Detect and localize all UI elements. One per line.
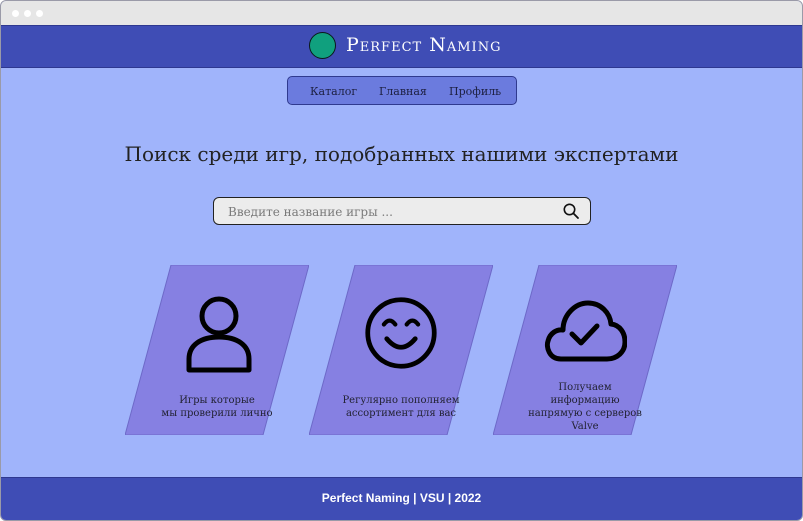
- card-text-line: Регулярно пополняем: [342, 395, 460, 406]
- nav-item-profile[interactable]: Профиль: [449, 85, 501, 98]
- card-text-line: Получаем: [558, 382, 612, 393]
- logo-icon[interactable]: [309, 32, 336, 59]
- nav-item-catalog[interactable]: Каталог: [310, 85, 357, 98]
- browser-window: Perfect Naming Каталог Главная Профиль П…: [0, 0, 803, 521]
- card-text-line: ассортимент для вас: [345, 408, 457, 419]
- search-input[interactable]: [226, 202, 550, 222]
- feature-card-assortment: Регулярно пополняем ассортимент для вас: [309, 265, 493, 435]
- card-text-line: напрямую с серверов: [528, 408, 642, 419]
- card-text: Регулярно пополняем ассортимент для вас: [319, 394, 483, 420]
- card-text-line: мы проверили лично: [161, 408, 273, 419]
- page-headline: Поиск среди игр, подобранных нашими эксп…: [124, 142, 679, 166]
- main-nav: Каталог Главная Профиль: [287, 76, 517, 105]
- card-text-line: Valve: [571, 421, 599, 432]
- feature-card-verified: Игры которые мы проверили лично: [125, 265, 309, 435]
- card-text: Игры которые мы проверили лично: [135, 394, 299, 420]
- site-header: Perfect Naming: [1, 25, 802, 68]
- site-footer: Perfect Naming | VSU | 2022: [1, 477, 802, 520]
- cloud-check-icon: [544, 300, 627, 362]
- search-icon[interactable]: [562, 202, 580, 220]
- feature-card-valve: Получаем информацию напрямую с серверов …: [493, 265, 677, 435]
- brand-title[interactable]: Perfect Naming: [346, 34, 501, 56]
- nav-item-home[interactable]: Главная: [379, 85, 427, 98]
- window-minimize-dot[interactable]: [24, 10, 31, 17]
- footer-text: Perfect Naming | VSU | 2022: [321, 491, 482, 505]
- smiley-icon: [365, 297, 437, 369]
- card-text-line: Игры которые: [179, 395, 255, 406]
- card-text-line: информацию: [550, 395, 620, 406]
- window-maximize-dot[interactable]: [36, 10, 43, 17]
- search-bar: [213, 197, 591, 225]
- window-close-dot[interactable]: [12, 10, 19, 17]
- card-text: Получаем информацию напрямую с серверов …: [503, 381, 667, 433]
- user-icon: [186, 296, 252, 373]
- window-titlebar: [1, 1, 802, 26]
